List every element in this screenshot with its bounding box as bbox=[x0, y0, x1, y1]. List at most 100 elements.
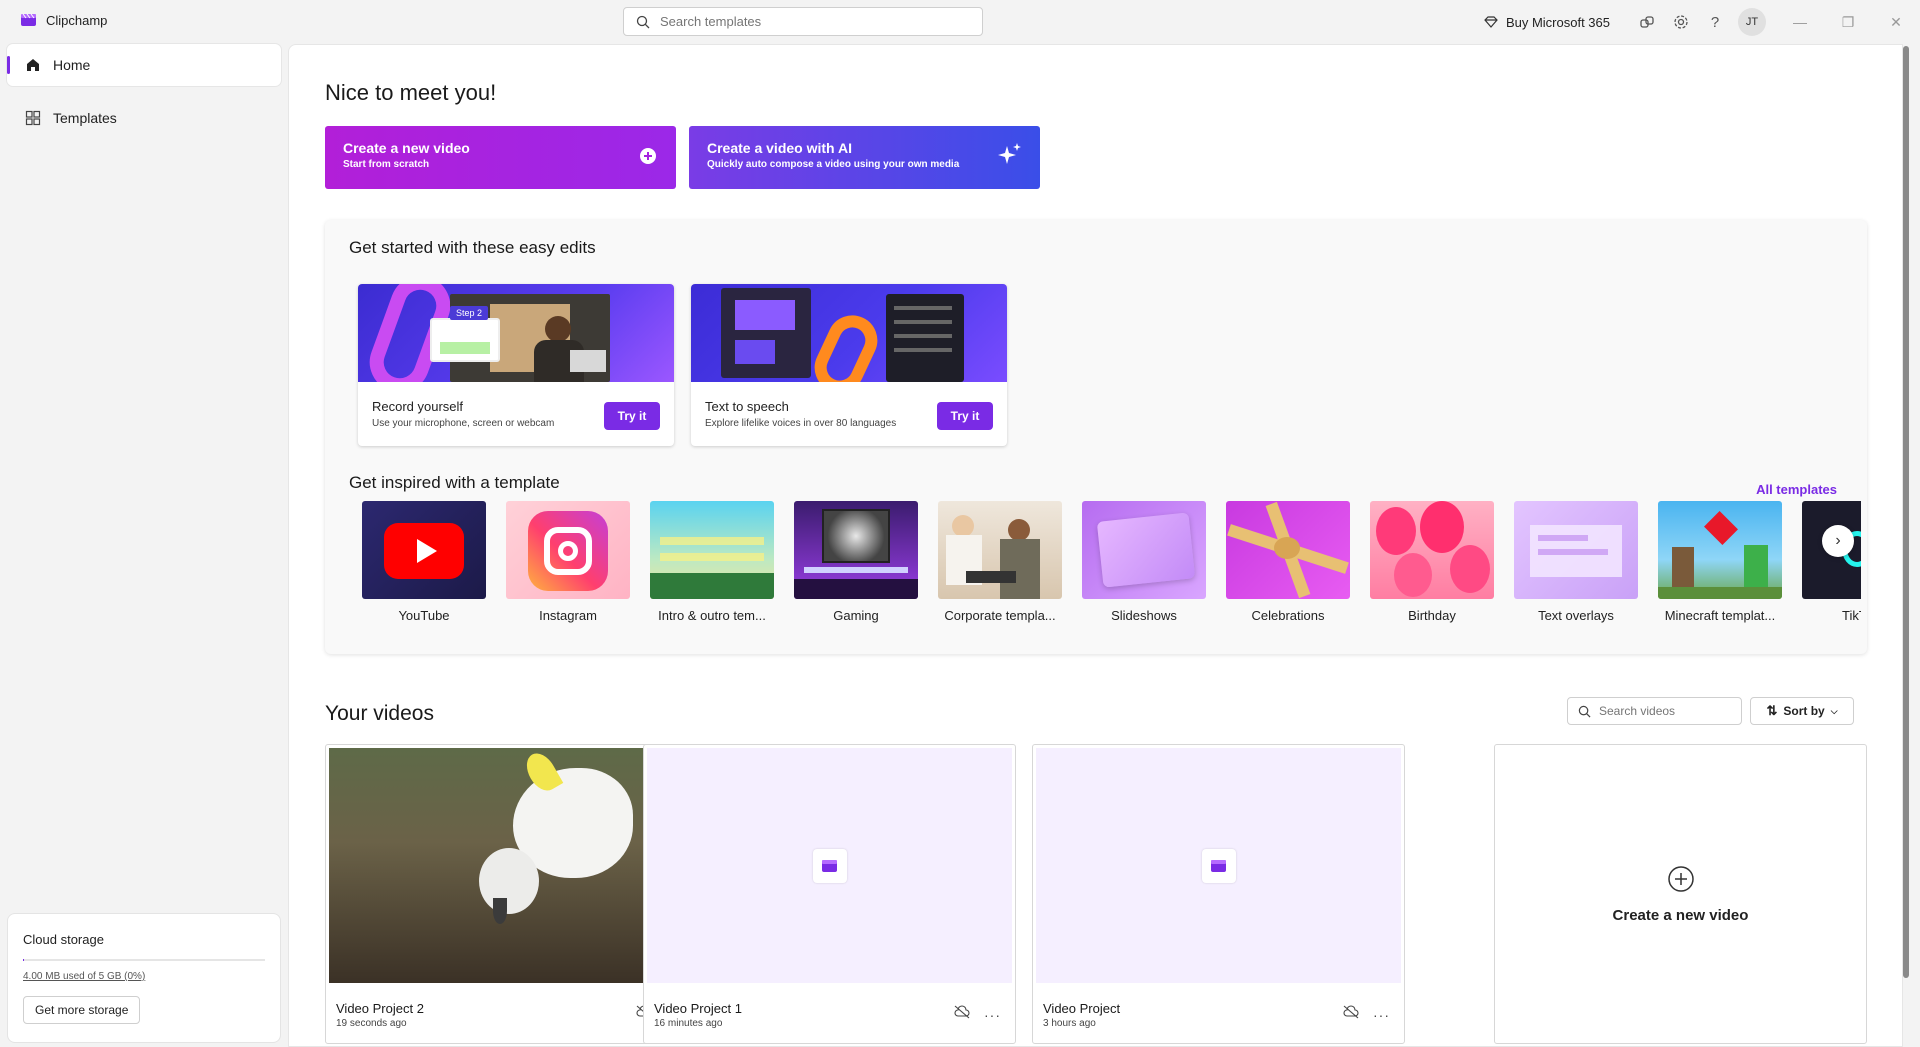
template-thumbnail bbox=[1082, 501, 1206, 599]
settings-button[interactable] bbox=[1664, 5, 1698, 39]
search-templates-box[interactable] bbox=[623, 7, 983, 36]
template-thumbnail bbox=[1226, 501, 1350, 599]
cloud-off-icon[interactable] bbox=[954, 1005, 970, 1024]
search-videos-box[interactable] bbox=[1567, 697, 1742, 725]
video-actions: ··· bbox=[1343, 1005, 1390, 1024]
template-youtube[interactable]: YouTube bbox=[362, 501, 486, 623]
sidebar-item-label: Home bbox=[53, 57, 91, 73]
storage-used-link[interactable]: 4.00 MB used of 5 GB (0%) bbox=[23, 971, 265, 982]
search-templates-input[interactable] bbox=[660, 14, 960, 29]
template-birthday[interactable]: Birthday bbox=[1370, 501, 1494, 623]
create-video-with-ai-button[interactable]: Create a video with AI Quickly auto comp… bbox=[689, 126, 1040, 189]
create-new-video-label: Create a new video bbox=[1612, 906, 1749, 924]
page-title: Nice to meet you! bbox=[325, 80, 497, 105]
sort-by-button[interactable]: ⇅ Sort by ⌵ bbox=[1750, 697, 1854, 725]
template-label: Gaming bbox=[833, 608, 879, 623]
video-time: 3 hours ago bbox=[1043, 1018, 1096, 1029]
close-window-button[interactable]: ✕ bbox=[1872, 0, 1920, 44]
video-card-project[interactable]: Video Project 3 hours ago ··· bbox=[1032, 744, 1405, 1044]
edit-card-subtitle: Use your microphone, screen or webcam bbox=[372, 418, 555, 429]
help-button[interactable]: ? bbox=[1698, 5, 1732, 39]
text-to-speech-card[interactable]: Text to speech Explore lifelike voices i… bbox=[691, 284, 1007, 446]
more-options-icon[interactable]: ··· bbox=[1373, 1007, 1390, 1023]
buy-microsoft-365-button[interactable]: Buy Microsoft 365 bbox=[1484, 15, 1610, 30]
title-bar-actions: Buy Microsoft 365 ? JT — ❐ ✕ bbox=[1484, 0, 1920, 44]
template-minecraft[interactable]: Minecraft templat... bbox=[1658, 501, 1782, 623]
sort-by-label: Sort by bbox=[1783, 704, 1825, 718]
template-label: TikT bbox=[1842, 608, 1861, 623]
templates-icon bbox=[25, 110, 41, 126]
share-button[interactable] bbox=[1630, 5, 1664, 39]
all-templates-link[interactable]: All templates bbox=[1756, 482, 1837, 497]
template-label: Instagram bbox=[539, 608, 597, 623]
template-thumbnail bbox=[794, 501, 918, 599]
main-content: Nice to meet you! Create a new video Sta… bbox=[288, 44, 1903, 1047]
template-label: Minecraft templat... bbox=[1664, 608, 1776, 623]
carousel-next-button[interactable]: › bbox=[1822, 525, 1854, 557]
sidebar-item-label: Templates bbox=[53, 110, 117, 126]
question-mark-icon: ? bbox=[1710, 13, 1720, 31]
edit-card-title: Record yourself bbox=[372, 399, 464, 414]
template-thumbnail bbox=[506, 501, 630, 599]
text-to-speech-try-button[interactable]: Try it bbox=[937, 402, 993, 430]
storage-progress-bar bbox=[23, 959, 265, 961]
scrollbar[interactable] bbox=[1903, 46, 1909, 978]
cta-title: Create a new video bbox=[343, 140, 470, 156]
search-icon bbox=[636, 15, 650, 28]
search-icon bbox=[1578, 705, 1591, 717]
video-card-project-1[interactable]: Video Project 1 16 minutes ago ··· bbox=[643, 744, 1016, 1044]
sidebar-item-home[interactable]: Home bbox=[7, 44, 281, 86]
video-thumbnail bbox=[647, 748, 1012, 983]
template-corporate[interactable]: Corporate templa... bbox=[938, 501, 1062, 623]
sidebar: Home Templates Cloud storage 4.00 MB use… bbox=[0, 44, 288, 1047]
cta-subtitle: Start from scratch bbox=[343, 159, 430, 170]
template-label: Birthday bbox=[1408, 608, 1456, 623]
sidebar-item-templates[interactable]: Templates bbox=[7, 97, 281, 139]
template-text-overlays[interactable]: Text overlays bbox=[1514, 501, 1638, 623]
clipchamp-logo-icon bbox=[21, 13, 36, 26]
avatar[interactable]: JT bbox=[1738, 8, 1766, 36]
easy-edits-panel: Get started with these easy edits Step 2… bbox=[325, 220, 1867, 654]
gear-icon bbox=[1674, 15, 1688, 29]
template-celebrations[interactable]: Celebrations bbox=[1226, 501, 1350, 623]
template-intro-outro[interactable]: Intro & outro tem... bbox=[650, 501, 774, 623]
cloud-storage-title: Cloud storage bbox=[23, 932, 104, 947]
minimize-button[interactable]: — bbox=[1776, 0, 1824, 44]
template-tiktok[interactable]: TikT bbox=[1802, 501, 1861, 623]
create-new-video-card[interactable]: Create a new video bbox=[1494, 744, 1867, 1044]
clipchamp-project-icon bbox=[1201, 848, 1236, 883]
video-name: Video Project 2 bbox=[336, 1001, 424, 1016]
minimize-icon: — bbox=[1793, 14, 1807, 30]
template-label: Celebrations bbox=[1251, 608, 1325, 623]
template-label: YouTube bbox=[398, 608, 450, 623]
template-label: Slideshows bbox=[1111, 608, 1177, 623]
video-time: 19 seconds ago bbox=[336, 1018, 407, 1029]
sort-icon: ⇅ bbox=[1766, 703, 1778, 718]
template-instagram[interactable]: Instagram bbox=[506, 501, 630, 623]
record-yourself-card[interactable]: Step 2 Record yourself Use your micropho… bbox=[358, 284, 674, 446]
home-icon bbox=[27, 59, 39, 71]
cloud-storage-card: Cloud storage 4.00 MB used of 5 GB (0%) … bbox=[7, 913, 281, 1043]
search-videos-input[interactable] bbox=[1599, 704, 1729, 718]
template-thumbnail bbox=[362, 501, 486, 599]
video-thumbnail bbox=[1036, 748, 1401, 983]
video-time: 16 minutes ago bbox=[654, 1018, 723, 1029]
text-to-speech-thumbnail bbox=[691, 284, 1007, 382]
more-options-icon[interactable]: ··· bbox=[984, 1007, 1001, 1023]
record-yourself-thumbnail: Step 2 bbox=[358, 284, 674, 382]
chevron-down-icon: ⌵ bbox=[1830, 705, 1838, 716]
get-more-storage-button[interactable]: Get more storage bbox=[23, 996, 141, 1024]
cta-title: Create a video with AI bbox=[707, 140, 852, 156]
template-gaming[interactable]: Gaming bbox=[794, 501, 918, 623]
edit-card-title: Text to speech bbox=[705, 399, 789, 414]
cloud-off-icon[interactable] bbox=[1343, 1005, 1359, 1024]
record-yourself-try-button[interactable]: Try it bbox=[604, 402, 660, 430]
maximize-button[interactable]: ❐ bbox=[1824, 0, 1872, 44]
create-new-video-button[interactable]: Create a new video Start from scratch bbox=[325, 126, 676, 189]
your-videos-heading: Your videos bbox=[325, 702, 434, 725]
diamond-icon bbox=[1484, 16, 1498, 28]
video-actions: ··· bbox=[954, 1005, 1001, 1024]
app-brand: Clipchamp bbox=[20, 12, 107, 28]
template-slideshows[interactable]: Slideshows bbox=[1082, 501, 1206, 623]
cta-subtitle: Quickly auto compose a video using your … bbox=[707, 159, 960, 170]
